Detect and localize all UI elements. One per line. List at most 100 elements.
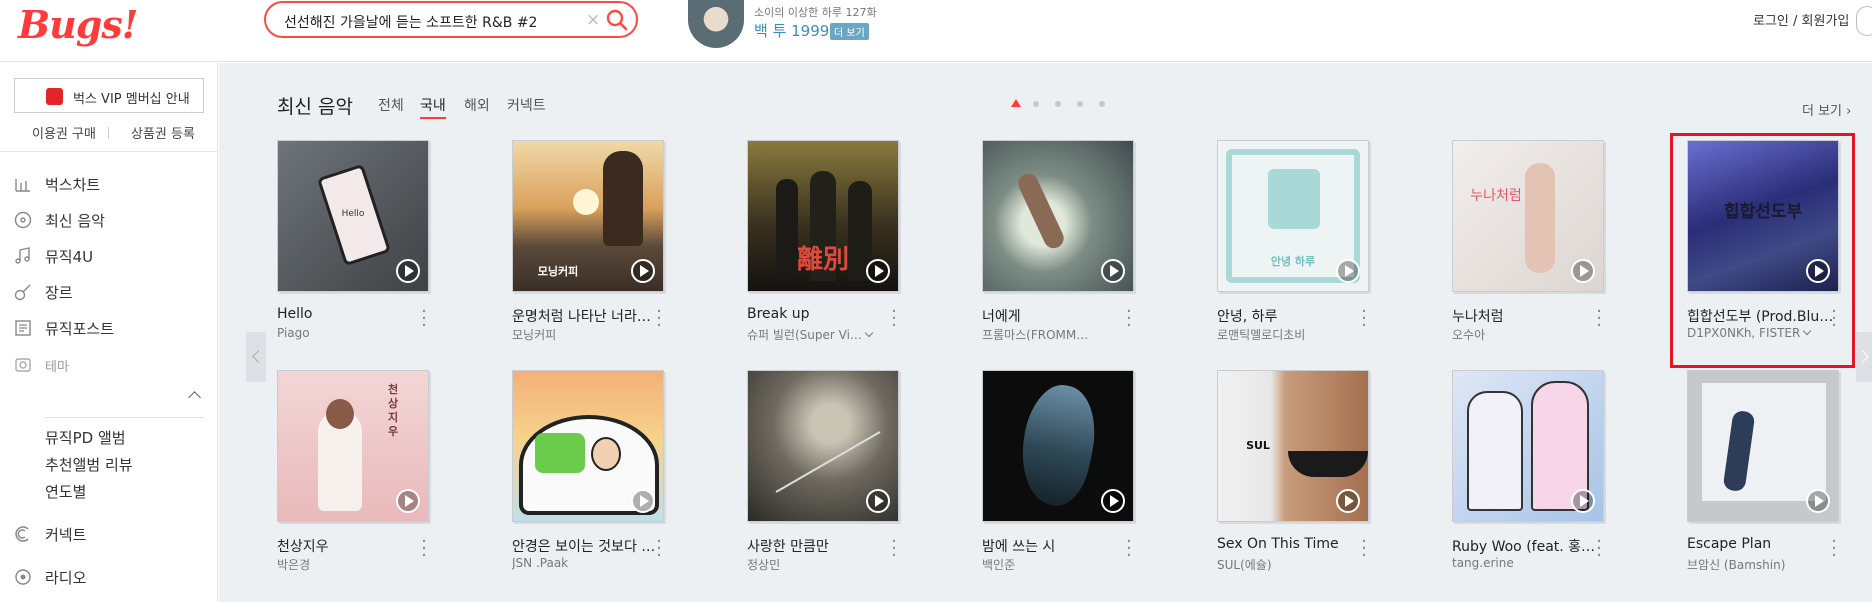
album-artist[interactable]: JSN .Paak <box>512 556 662 570</box>
album-title[interactable]: Hello <box>277 306 427 322</box>
album-artist[interactable]: 슈퍼 빌런(Super Vi… <box>747 326 897 343</box>
album-artist[interactable]: 브암신 (Bamshin) <box>1687 556 1837 573</box>
album-title[interactable]: Sex On This Time <box>1217 536 1367 552</box>
page-dot[interactable] <box>1099 101 1105 107</box>
album-card[interactable]: 밤에 쓰는 시 백인준 · · · <box>982 370 1162 573</box>
sidebar-item-connect[interactable]: 커넥트 <box>14 522 204 546</box>
album-card[interactable]: 천상지우 천상지우 박은경 · · · <box>277 370 457 573</box>
chevron-up-icon[interactable] <box>188 391 201 404</box>
vip-membership-button[interactable]: 벅스 VIP 멤버십 안내 <box>14 78 204 113</box>
more-options-icon[interactable]: · · · <box>652 303 666 335</box>
album-artist-text[interactable]: 슈퍼 빌런(Super Vi… <box>747 328 862 342</box>
more-options-icon[interactable]: · · · <box>1592 533 1606 565</box>
sidebar-item-chart[interactable]: 벅스차트 <box>14 172 204 196</box>
sidebar-item-music4u[interactable]: 뮤직4U <box>14 244 204 268</box>
album-cover[interactable] <box>747 370 899 522</box>
album-artist[interactable]: 프롬마스(FROMM… <box>982 326 1132 343</box>
more-options-icon[interactable]: · · · <box>652 533 666 565</box>
clear-icon[interactable]: × <box>586 10 600 30</box>
album-cover[interactable]: Hello <box>277 140 429 292</box>
album-artist[interactable]: tang.erine <box>1452 556 1602 570</box>
album-title[interactable]: 사랑한 만큼만 <box>747 536 897 556</box>
album-title[interactable]: 안녕, 하루 <box>1217 306 1367 326</box>
album-artist[interactable]: 로맨틱멜로디초비 <box>1217 326 1367 343</box>
play-icon[interactable] <box>396 259 420 283</box>
album-cover[interactable]: 안녕 하루 <box>1217 140 1369 292</box>
more-options-icon[interactable]: · · · <box>417 303 431 335</box>
album-title[interactable]: 운명처럼 나타난 너라… <box>512 306 662 326</box>
play-icon[interactable] <box>1101 259 1125 283</box>
album-title[interactable]: 너에게 <box>982 306 1132 326</box>
album-cover[interactable]: 離別 <box>747 140 899 292</box>
album-artist[interactable]: 박은경 <box>277 556 427 573</box>
promo-title[interactable]: 백 투 1999! <box>754 20 835 41</box>
album-artist[interactable]: 오수아 <box>1452 326 1602 343</box>
album-cover[interactable]: SUL <box>1217 370 1369 522</box>
page-dot[interactable] <box>1055 101 1061 107</box>
register-voucher-link[interactable]: 상품권 등록 <box>131 123 195 142</box>
album-card[interactable]: 누나처럼 누나처럼 오수아 · · · <box>1452 140 1632 343</box>
album-cover[interactable] <box>982 370 1134 522</box>
prev-arrow-button[interactable] <box>246 332 266 382</box>
album-artist[interactable]: Piago <box>277 326 427 340</box>
buy-pass-link[interactable]: 이용권 구매 <box>32 123 96 142</box>
promo-more-badge[interactable]: 더 보기 <box>830 23 869 40</box>
more-options-icon[interactable]: · · · <box>887 303 901 335</box>
more-options-icon[interactable]: · · · <box>1592 303 1606 335</box>
album-card[interactable]: 모닝커피 운명처럼 나타난 너라… 모닝커피 · · · <box>512 140 692 343</box>
tab-all[interactable]: 전체 <box>378 95 404 115</box>
album-artist[interactable]: 정상민 <box>747 556 897 573</box>
sidebar-subitem-musicpd[interactable]: 뮤직PD 앨범 <box>45 427 126 448</box>
more-options-icon[interactable]: · · · <box>1122 533 1136 565</box>
search-box[interactable]: 선선해진 가을날에 듣는 소프트한 R&B #2 × <box>264 1 638 38</box>
promo-avatar[interactable] <box>688 0 744 48</box>
play-icon[interactable] <box>631 259 655 283</box>
search-input[interactable]: 선선해진 가을날에 듣는 소프트한 R&B #2 <box>284 12 537 32</box>
album-artist[interactable]: 백인준 <box>982 556 1132 573</box>
play-icon[interactable] <box>866 489 890 513</box>
play-icon[interactable] <box>1571 489 1595 513</box>
album-title[interactable]: Break up <box>747 306 897 322</box>
album-title[interactable]: Ruby Woo (feat. 홍… <box>1452 536 1602 556</box>
album-artist[interactable]: SUL(에슐) <box>1217 556 1367 573</box>
more-options-icon[interactable]: · · · <box>1357 303 1371 335</box>
sidebar-item-musicpost[interactable]: 뮤직포스트 <box>14 316 204 340</box>
more-options-icon[interactable]: · · · <box>1827 533 1841 565</box>
tab-domestic[interactable]: 국내 <box>420 95 446 119</box>
sidebar-item-new-music[interactable]: 최신 음악 <box>14 208 204 232</box>
sidebar-item-radio[interactable]: 라디오 <box>14 565 204 589</box>
sidebar-item-genre[interactable]: 장르 <box>14 280 204 304</box>
play-icon[interactable] <box>1101 489 1125 513</box>
album-card[interactable]: 離別 Break up 슈퍼 빌런(Super Vi… · · · <box>747 140 927 343</box>
play-icon[interactable] <box>1571 259 1595 283</box>
play-icon[interactable] <box>1336 259 1360 283</box>
album-cover[interactable] <box>512 370 664 522</box>
album-card[interactable]: 안경은 보이는 것보다 … JSN .Paak · · · <box>512 370 692 570</box>
more-options-icon[interactable]: · · · <box>417 533 431 565</box>
page-dot-active[interactable] <box>1011 99 1021 107</box>
album-title[interactable]: 천상지우 <box>277 536 427 556</box>
tab-connect[interactable]: 커넥트 <box>507 95 546 115</box>
album-title[interactable]: Escape Plan <box>1687 536 1837 552</box>
album-cover[interactable]: 모닝커피 <box>512 140 664 292</box>
more-options-icon[interactable]: · · · <box>887 533 901 565</box>
play-icon[interactable] <box>866 259 890 283</box>
album-cover[interactable] <box>1452 370 1604 522</box>
album-artist[interactable]: 모닝커피 <box>512 326 662 343</box>
album-title[interactable]: 밤에 쓰는 시 <box>982 536 1132 556</box>
more-options-icon[interactable]: · · · <box>1357 533 1371 565</box>
page-dot[interactable] <box>1033 101 1039 107</box>
more-link[interactable]: 더 보기 › <box>1802 100 1851 119</box>
album-card[interactable]: SUL Sex On This Time SUL(에슐) · · · <box>1217 370 1397 573</box>
chevron-down-icon[interactable] <box>864 328 874 338</box>
album-cover[interactable] <box>1687 370 1839 522</box>
album-card[interactable]: Ruby Woo (feat. 홍… tang.erine · · · <box>1452 370 1632 570</box>
sidebar-subitem-year[interactable]: 연도별 <box>45 481 86 502</box>
page-dot[interactable] <box>1077 101 1083 107</box>
album-cover[interactable]: 천상지우 <box>277 370 429 522</box>
tab-overseas[interactable]: 해외 <box>464 95 490 115</box>
play-icon[interactable] <box>1336 489 1360 513</box>
album-card[interactable]: Hello Hello Piago · · · <box>277 140 457 340</box>
bell-icon[interactable] <box>1856 6 1872 36</box>
search-icon[interactable] <box>606 9 628 31</box>
